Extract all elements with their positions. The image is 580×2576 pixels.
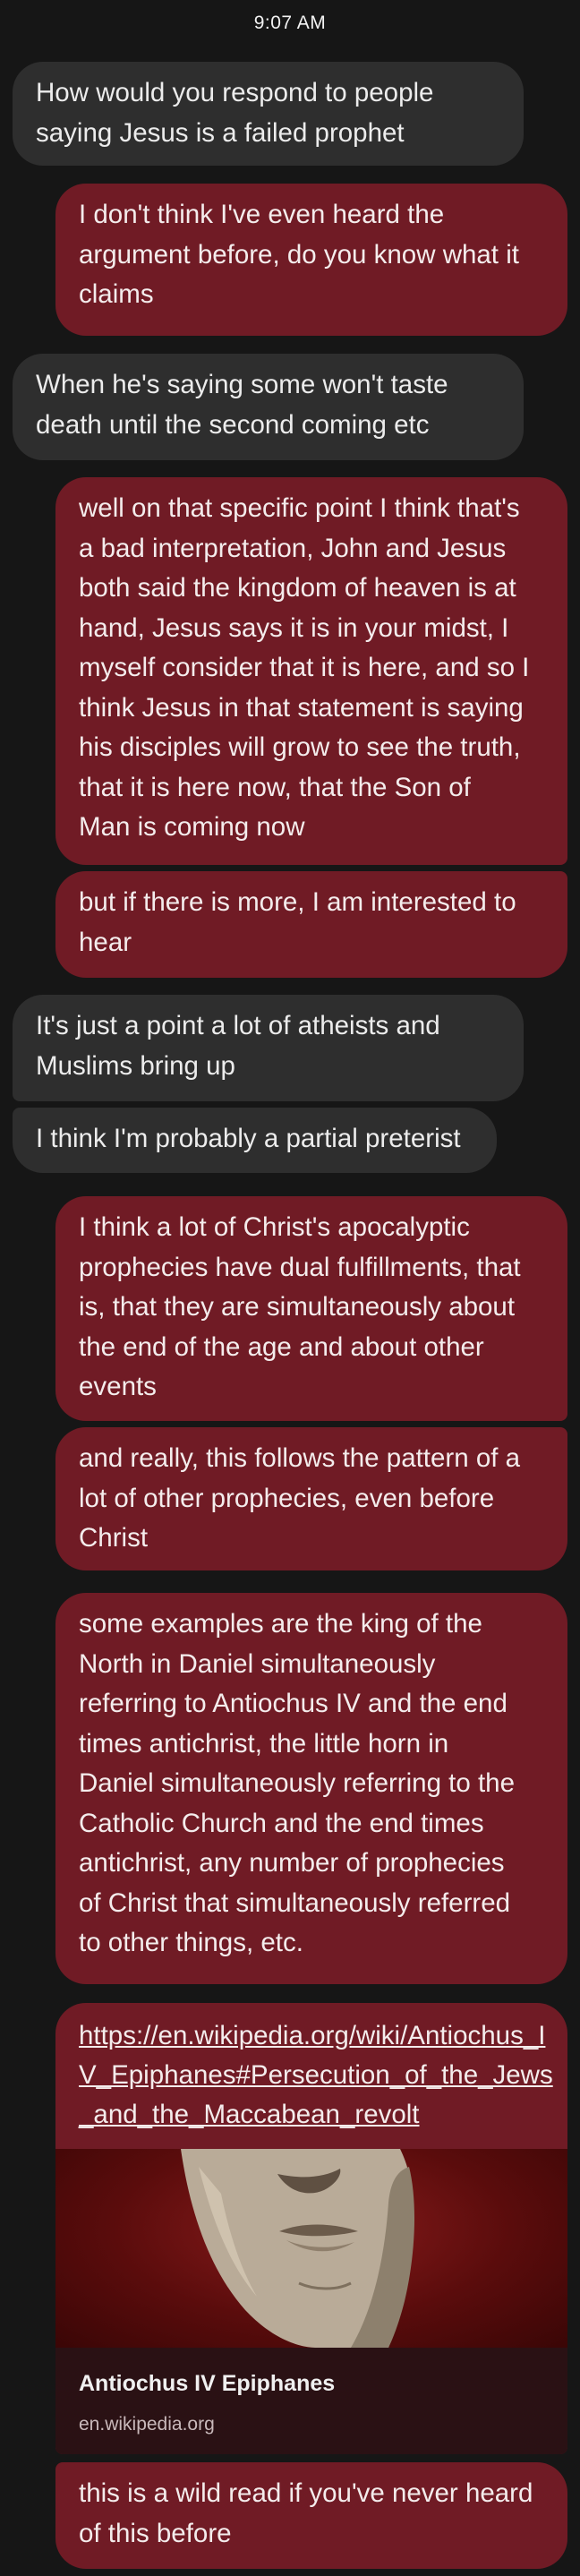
marble-bust-thumbnail-icon[interactable]: [55, 2149, 567, 2348]
message-bubble-outgoing[interactable]: some examples are the king of the North …: [55, 1593, 567, 1984]
message-bubble-outgoing[interactable]: I don't think I've even heard the argume…: [55, 184, 567, 336]
message-bubble-incoming[interactable]: It's just a point a lot of atheists and …: [13, 995, 524, 1101]
message-bubble-outgoing[interactable]: and really, this follows the pattern of …: [55, 1427, 567, 1570]
link-preview-info: Antiochus IV Epiphanes en.wikipedia.org: [55, 2348, 567, 2454]
link-preview-title: Antiochus IV Epiphanes: [79, 2371, 336, 2396]
message-bubble-outgoing[interactable]: but if there is more, I am interested to…: [55, 871, 567, 978]
status-time: 9:07 AM: [253, 13, 327, 33]
message-bubble-incoming[interactable]: I think I'm probably a partial preterist: [13, 1108, 497, 1173]
conversation-screen: 9:07 AM How would you respond to people …: [0, 0, 580, 2576]
message-bubble-incoming[interactable]: When he's saying some won't taste death …: [13, 354, 524, 460]
message-bubble-outgoing[interactable]: I think a lot of Christ's apocalyptic pr…: [55, 1196, 567, 1421]
message-bubble-outgoing[interactable]: well on that specific point I think that…: [55, 477, 567, 865]
message-bubble-outgoing[interactable]: this is a wild read if you've never hear…: [55, 2462, 567, 2569]
link-preview-domain: en.wikipedia.org: [79, 2414, 215, 2435]
link-preview-card[interactable]: https://en.wikipedia.org/wiki/Antiochus_…: [55, 2003, 567, 2454]
link-preview-url[interactable]: https://en.wikipedia.org/wiki/Antiochus_…: [79, 2016, 553, 2135]
message-bubble-incoming[interactable]: How would you respond to people saying J…: [13, 62, 524, 166]
